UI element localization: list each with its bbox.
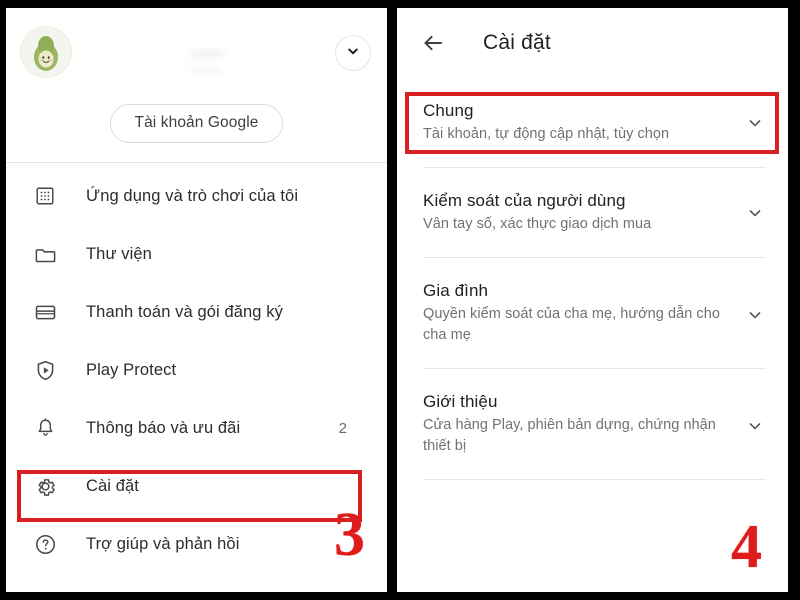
account-header: •••••• ••••••• Tài khoản Google bbox=[6, 8, 387, 162]
step-number-3: 3 bbox=[334, 501, 365, 569]
chevron-down-icon[interactable] bbox=[744, 304, 766, 326]
settings-row-family[interactable]: Gia đình Quyền kiểm soát của cha mẹ, hướ… bbox=[397, 258, 788, 368]
settings-row-general[interactable]: Chung Tài khoản, tự động cập nhật, tùy c… bbox=[397, 78, 788, 167]
page-title: Cài đặt bbox=[483, 31, 551, 54]
arrow-left-icon[interactable] bbox=[419, 29, 447, 57]
settings-topbar: Cài đặt bbox=[397, 8, 788, 78]
apps-grid-icon bbox=[32, 183, 58, 209]
drawer-item-notifications[interactable]: Thông báo và ưu đãi 2 bbox=[6, 399, 387, 457]
google-account-button[interactable]: Tài khoản Google bbox=[109, 104, 284, 143]
drawer-item-label: Trợ giúp và phản hồi bbox=[86, 534, 240, 553]
settings-row-subtitle: Tài khoản, tự động cập nhật, tùy chọn bbox=[423, 126, 670, 142]
drawer-item-label: Thanh toán và gói đăng ký bbox=[86, 302, 283, 321]
drawer-item-play-protect[interactable]: Play Protect bbox=[6, 341, 387, 399]
drawer-item-label: Thông báo và ưu đãi bbox=[86, 418, 241, 437]
settings-row-title: Giới thiệu bbox=[423, 392, 498, 411]
drawer-item-label: Play Protect bbox=[86, 360, 177, 379]
play-store-account-drawer: •••••• ••••••• Tài khoản Google Ứng dụng… bbox=[6, 8, 387, 592]
settings-divider bbox=[423, 479, 766, 480]
chevron-down-icon[interactable] bbox=[744, 112, 766, 134]
account-name-blurred: •••••• ••••••• bbox=[102, 46, 312, 80]
drawer-item-library[interactable]: Thư viện bbox=[6, 225, 387, 283]
account-email-line2: ••••••• bbox=[191, 64, 223, 78]
play-protect-icon bbox=[32, 357, 58, 383]
settings-row-text: Kiểm soát của người dùng Vân tay số, xác… bbox=[423, 190, 734, 235]
drawer-item-payments[interactable]: Thanh toán và gói đăng ký bbox=[6, 283, 387, 341]
credit-card-icon bbox=[32, 299, 58, 325]
settings-row-user-controls[interactable]: Kiểm soát của người dùng Vân tay số, xác… bbox=[397, 168, 788, 257]
notification-count-badge: 2 bbox=[338, 419, 347, 437]
help-circle-icon bbox=[32, 531, 58, 557]
drawer-item-my-apps[interactable]: Ứng dụng và trò chơi của tôi bbox=[6, 167, 387, 225]
drawer-item-label: Ứng dụng và trò chơi của tôi bbox=[86, 186, 299, 205]
bell-icon bbox=[32, 415, 58, 441]
drawer-item-label: Cài đặt bbox=[86, 476, 139, 495]
drawer-item-label: Thư viện bbox=[86, 244, 152, 263]
drawer-item-help[interactable]: Trợ giúp và phản hồi bbox=[6, 515, 387, 573]
step-number-4: 4 bbox=[731, 513, 762, 581]
avatar[interactable] bbox=[20, 26, 72, 78]
avocado-avatar-icon bbox=[20, 26, 72, 78]
chevron-down-icon bbox=[344, 42, 362, 65]
drawer-menu-list: Ứng dụng và trò chơi của tôi Thư viện Th… bbox=[6, 163, 387, 573]
settings-row-text: Gia đình Quyền kiểm soát của cha mẹ, hướ… bbox=[423, 280, 734, 346]
settings-row-text: Chung Tài khoản, tự động cập nhật, tùy c… bbox=[423, 100, 734, 145]
settings-row-title: Kiểm soát của người dùng bbox=[423, 191, 626, 210]
settings-row-subtitle: Quyền kiểm soát của cha mẹ, hướng dẫn ch… bbox=[423, 306, 720, 343]
screenshot-root: •••••• ••••••• Tài khoản Google Ứng dụng… bbox=[0, 0, 800, 600]
settings-row-title: Gia đình bbox=[423, 281, 489, 300]
settings-row-about[interactable]: Giới thiệu Cửa hàng Play, phiên bản dựng… bbox=[397, 369, 788, 479]
chevron-down-icon[interactable] bbox=[744, 202, 766, 224]
drawer-item-settings[interactable]: Cài đặt bbox=[6, 457, 387, 515]
folder-icon bbox=[32, 241, 58, 267]
settings-row-subtitle: Cửa hàng Play, phiên bản dựng, chứng nhậ… bbox=[423, 417, 716, 454]
gear-icon bbox=[32, 473, 58, 499]
settings-row-subtitle: Vân tay số, xác thực giao dịch mua bbox=[423, 216, 652, 232]
settings-row-text: Giới thiệu Cửa hàng Play, phiên bản dựng… bbox=[423, 391, 734, 457]
settings-section-list: Chung Tài khoản, tự động cập nhật, tùy c… bbox=[397, 78, 788, 480]
chevron-down-icon[interactable] bbox=[744, 415, 766, 437]
account-name-line1: •••••• bbox=[190, 46, 224, 63]
settings-row-title: Chung bbox=[423, 101, 474, 120]
play-store-settings-screen: Cài đặt Chung Tài khoản, tự động cập nhậ… bbox=[397, 8, 788, 592]
account-expand-button[interactable] bbox=[335, 35, 371, 71]
